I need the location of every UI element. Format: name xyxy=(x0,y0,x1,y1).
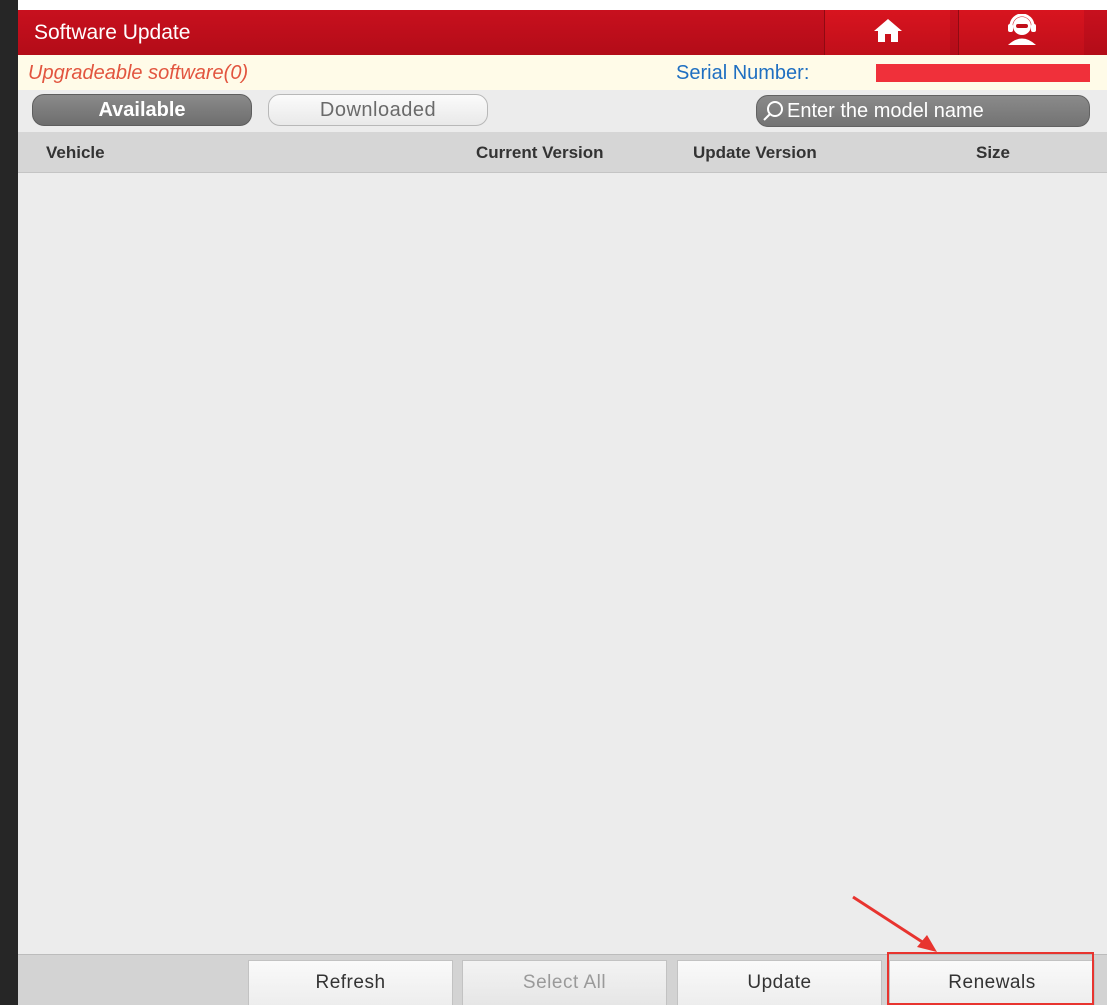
column-header-current-version: Current Version xyxy=(476,143,604,162)
software-update-screen: Software Update Upgradeable software(0) … xyxy=(18,10,1107,1005)
select-all-button[interactable]: Select All xyxy=(462,960,667,1005)
support-agent-icon xyxy=(1004,13,1040,51)
screenshot-frame: Software Update Upgradeable software(0) … xyxy=(0,0,1107,1005)
page-title: Software Update xyxy=(34,21,191,44)
home-button[interactable] xyxy=(824,10,950,55)
bottom-action-bar: Refresh Select All Update Renewals xyxy=(18,954,1107,1005)
tab-downloaded[interactable]: Downloaded xyxy=(268,94,488,126)
info-row: Upgradeable software(0) Serial Number: xyxy=(18,55,1107,90)
support-button[interactable] xyxy=(958,10,1084,55)
home-icon xyxy=(873,17,903,48)
serial-number-redacted xyxy=(876,64,1090,82)
tab-available[interactable]: Available xyxy=(32,94,252,126)
column-header-update-version: Update Version xyxy=(693,143,817,162)
table-header: Vehicle Current Version Update Version S… xyxy=(18,132,1107,173)
search-icon xyxy=(763,100,785,122)
column-header-vehicle: Vehicle xyxy=(46,143,105,162)
refresh-button[interactable]: Refresh xyxy=(248,960,453,1005)
update-button[interactable]: Update xyxy=(677,960,882,1005)
search-placeholder: Enter the model name xyxy=(787,99,984,122)
model-search-input[interactable]: Enter the model name xyxy=(756,95,1090,127)
upgradeable-count: Upgradeable software(0) xyxy=(28,62,249,84)
device-bezel xyxy=(0,0,18,1005)
renewals-button[interactable]: Renewals xyxy=(889,960,1095,1005)
title-bar: Software Update xyxy=(18,10,1107,55)
column-header-size: Size xyxy=(976,143,1011,162)
software-list[interactable] xyxy=(18,173,1107,953)
serial-number-label: Serial Number: xyxy=(676,62,810,84)
